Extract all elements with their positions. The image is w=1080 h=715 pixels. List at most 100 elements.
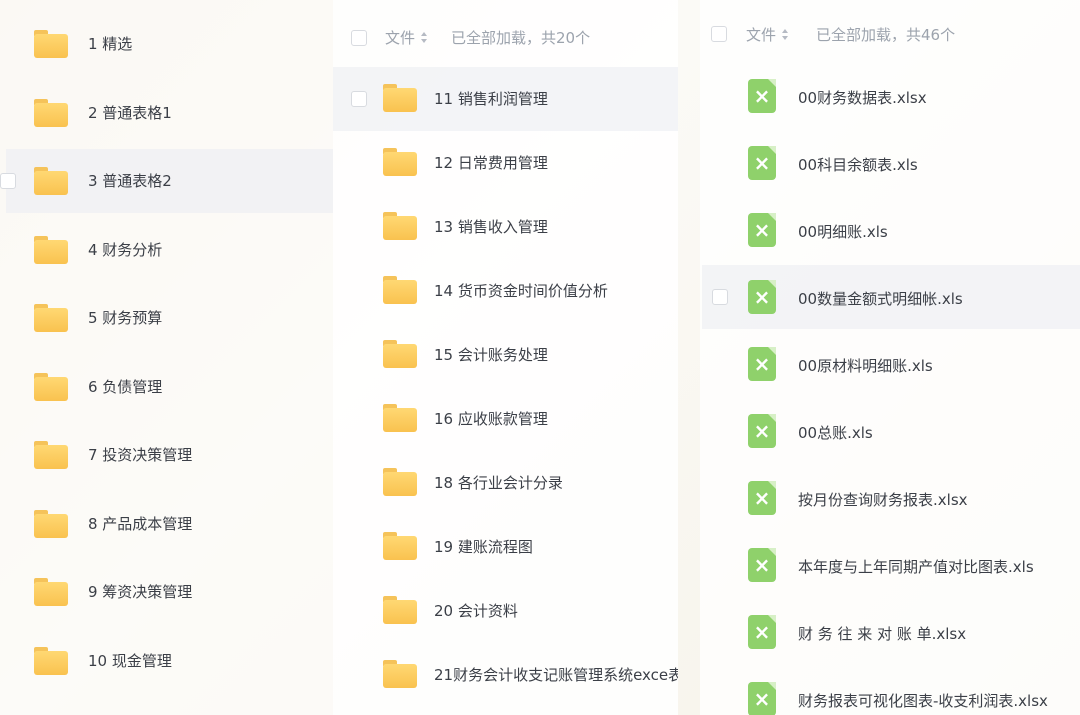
file-list-item[interactable]: × 00科目余额表.xls: [702, 131, 1080, 195]
folder-list-item[interactable]: 6 负债管理: [0, 355, 333, 419]
folder-name: 11 销售利润管理: [434, 90, 548, 108]
folder-icon: [383, 660, 417, 688]
folder-list-item[interactable]: 5 财务预算: [0, 286, 333, 350]
folder-list-item[interactable]: 20 会计资料: [333, 579, 678, 643]
file-list-panel-right: 文件 已全部加载，共46个 × 00财务数据表.xlsx × 00科目余额表.xls ×…: [700, 0, 1080, 715]
folder-list-item[interactable]: 7 投资决策管理: [0, 423, 333, 487]
folder-list-item[interactable]: 9 筹资决策管理: [0, 560, 333, 624]
file-name: 00总账.xls: [798, 424, 873, 442]
folder-icon: [34, 304, 68, 332]
excel-file-icon: ×: [748, 414, 776, 448]
sort-icon[interactable]: [421, 32, 427, 43]
folder-icon: [34, 441, 68, 469]
select-all-checkbox[interactable]: [351, 30, 367, 46]
folder-list-item[interactable]: 2 普通表格1: [0, 81, 333, 145]
folder-icon: [34, 509, 68, 538]
folder-name: 20 会计资料: [434, 602, 518, 620]
folder-icon: [34, 372, 68, 401]
excel-file-icon: ×: [748, 481, 776, 515]
folder-name: 19 建账流程图: [434, 538, 533, 556]
folder-icon: [383, 596, 417, 624]
folder-icon: [383, 148, 417, 176]
folder-name: 13 销售收入管理: [434, 218, 548, 236]
file-name: 00明细账.xls: [798, 223, 888, 241]
file-list-item[interactable]: × 00总账.xls: [702, 399, 1080, 463]
folder-list-item[interactable]: 14 货币资金时间价值分析: [333, 259, 678, 323]
file-column-header[interactable]: 文件: [746, 24, 776, 45]
folder-name: 21财务会计收支记账管理系统exce表: [434, 666, 678, 684]
file-name: 00科目余额表.xls: [798, 156, 918, 174]
file-name: 00财务数据表.xlsx: [798, 89, 927, 107]
folder-name: 15 会计账务处理: [434, 346, 548, 364]
excel-file-icon: ×: [748, 682, 776, 715]
folder-name: 2 普通表格1: [88, 103, 172, 122]
folder-name: 9 筹资决策管理: [88, 583, 193, 601]
folder-name: 5 财务预算: [88, 309, 163, 327]
folder-icon: [383, 532, 417, 560]
file-list-item[interactable]: × 本年度与上年同期产值对比图表.xls: [702, 533, 1080, 597]
excel-file-icon: ×: [748, 79, 776, 113]
folder-icon: [383, 468, 417, 496]
file-list-item[interactable]: × 财 务 往 来 对 账 单.xlsx: [702, 600, 1080, 664]
select-all-checkbox[interactable]: [711, 26, 727, 42]
folder-name: 18 各行业会计分录: [434, 474, 563, 492]
file-list-item[interactable]: × 00财务数据表.xlsx: [702, 64, 1080, 128]
folder-icon: [383, 404, 417, 432]
excel-file-icon: ×: [748, 615, 776, 649]
file-name: 本年度与上年同期产值对比图表.xls: [798, 558, 1034, 576]
row-checkbox[interactable]: [712, 289, 728, 305]
folder-name: 10 现金管理: [88, 651, 172, 670]
folder-icon: [34, 98, 68, 127]
row-checkbox[interactable]: [0, 173, 16, 189]
file-list-item[interactable]: × 按月份查询财务报表.xlsx: [702, 466, 1080, 530]
folder-icon: [34, 646, 68, 675]
folder-icon: [383, 84, 417, 112]
folder-list-item[interactable]: 8 产品成本管理: [0, 492, 333, 556]
folder-list-item[interactable]: 16 应收账款管理: [333, 387, 678, 451]
file-list-item[interactable]: × 00明细账.xls: [702, 198, 1080, 262]
folder-name: 7 投资决策管理: [88, 446, 193, 464]
file-list-item[interactable]: × 财务报表可视化图表-收支利润表.xlsx: [702, 667, 1080, 715]
folder-list-item[interactable]: 19 建账流程图: [333, 515, 678, 579]
folder-list-panel-left: 1 精选 2 普通表格1 3 普通表格2 4 财务分析 5 财务预算 6 负债管理 7 投资…: [0, 0, 333, 715]
folder-name: 4 财务分析: [88, 240, 163, 259]
folder-list-item[interactable]: 18 各行业会计分录: [333, 451, 678, 515]
folder-list-item[interactable]: 21财务会计收支记账管理系统exce表: [333, 643, 678, 707]
folder-icon: [383, 212, 417, 240]
file-list-item[interactable]: × 00数量金额式明细帐.xls: [702, 265, 1080, 329]
excel-file-icon: ×: [748, 213, 776, 247]
folder-icon: [34, 30, 68, 58]
sort-icon[interactable]: [782, 29, 788, 40]
folder-name: 1 精选: [88, 35, 133, 53]
folder-name: 6 负债管理: [88, 377, 163, 396]
excel-file-icon: ×: [748, 280, 776, 314]
folder-list-item[interactable]: 4 财务分析: [0, 218, 333, 282]
file-name: 按月份查询财务报表.xlsx: [798, 491, 968, 509]
file-list-item[interactable]: × 00原材料明细账.xls: [702, 332, 1080, 396]
folder-icon: [34, 235, 68, 264]
file-name: 财务报表可视化图表-收支利润表.xlsx: [798, 692, 1048, 710]
folder-list-item[interactable]: 1 精选: [0, 12, 333, 76]
file-column-header[interactable]: 文件: [385, 27, 415, 48]
folder-list-item[interactable]: 15 会计账务处理: [333, 323, 678, 387]
folder-list-item[interactable]: 13 销售收入管理: [333, 195, 678, 259]
row-checkbox[interactable]: [351, 91, 367, 107]
folder-name: 8 产品成本管理: [88, 514, 193, 533]
excel-file-icon: ×: [748, 548, 776, 582]
file-name: 00原材料明细账.xls: [798, 357, 933, 375]
folder-icon: [34, 167, 68, 195]
excel-file-icon: ×: [748, 146, 776, 180]
folder-list-item[interactable]: 10 现金管理: [0, 629, 333, 693]
load-status-text: 已全部加载，共20个: [451, 29, 591, 47]
folder-icon: [383, 276, 417, 304]
folder-name: 3 普通表格2: [88, 172, 172, 190]
excel-file-icon: ×: [748, 347, 776, 381]
folder-name: 12 日常费用管理: [434, 154, 548, 172]
folder-list-item[interactable]: 12 日常费用管理: [333, 131, 678, 195]
folder-list-item[interactable]: 3 普通表格2: [0, 149, 333, 213]
folder-name: 16 应收账款管理: [434, 410, 548, 428]
folder-name: 14 货币资金时间价值分析: [434, 282, 608, 300]
file-name: 00数量金额式明细帐.xls: [798, 290, 963, 308]
load-status-text: 已全部加载，共46个: [816, 26, 956, 44]
folder-list-item[interactable]: 11 销售利润管理: [333, 67, 678, 131]
